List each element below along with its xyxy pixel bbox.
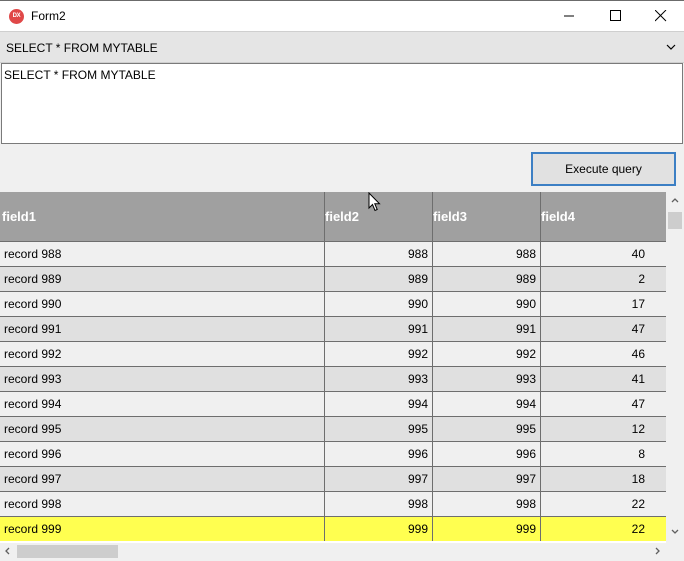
table-cell-field2[interactable]: 989 [325,267,433,291]
table-cell-field3[interactable]: 993 [433,367,541,391]
table-cell-field1[interactable]: record 992 [0,342,325,366]
table-row[interactable]: record 996 996 996 8 [0,441,666,466]
table-cell-field4[interactable]: 41 [541,367,666,391]
vertical-scroll-thumb[interactable] [668,212,682,229]
table-cell-field1[interactable]: record 989 [0,267,325,291]
app-icon: DX [9,9,24,24]
table-row[interactable]: record 991 991 991 47 [0,316,666,341]
table-cell-field4[interactable]: 47 [541,392,666,416]
table-cell-field4[interactable]: 2 [541,267,666,291]
minimize-icon [564,15,574,17]
table-row[interactable]: record 989 989 989 2 [0,266,666,291]
table-cell-field1[interactable]: record 997 [0,467,325,491]
column-header-field3[interactable]: field3 [433,192,541,241]
table-cell-field1[interactable]: record 996 [0,442,325,466]
table-row[interactable]: record 994 994 994 47 [0,391,666,416]
table-cell-field2[interactable]: 996 [325,442,433,466]
close-button[interactable] [637,1,683,31]
table-cell-field1[interactable]: record 994 [0,392,325,416]
table-cell-field4[interactable]: 8 [541,442,666,466]
table-cell-field3[interactable]: 999 [433,517,541,541]
mouse-cursor-icon [368,192,381,212]
query-history-combo[interactable]: SELECT * FROM MYTABLE [0,31,684,63]
column-header-field4[interactable]: field4 [541,192,666,241]
table-cell-field2[interactable]: 995 [325,417,433,441]
table-cell-field1[interactable]: record 998 [0,492,325,516]
maximize-button[interactable] [592,1,638,31]
table-cell-field1[interactable]: record 990 [0,292,325,316]
table-cell-field2[interactable]: 992 [325,342,433,366]
table-cell-field2[interactable]: 990 [325,292,433,316]
column-header-field1[interactable]: field1 [0,192,325,241]
table-cell-field4[interactable]: 22 [541,492,666,516]
query-editor-text: SELECT * FROM MYTABLE [4,68,156,82]
table-row[interactable]: record 997 997 997 18 [0,466,666,491]
table-cell-field2[interactable]: 997 [325,467,433,491]
table-cell-field2[interactable]: 998 [325,492,433,516]
scroll-up-icon[interactable] [671,197,679,203]
grid-header: field1 field2 field3 field4 [0,192,666,241]
table-row[interactable]: record 988 988 988 40 [0,241,666,266]
scroll-right-icon[interactable] [655,547,661,555]
table-cell-field3[interactable]: 990 [433,292,541,316]
query-editor[interactable]: SELECT * FROM MYTABLE [1,63,683,144]
maximize-icon [610,10,621,21]
table-cell-field3[interactable]: 996 [433,442,541,466]
results-grid[interactable]: field1 field2 field3 field4 record 988 98… [0,192,666,543]
table-row[interactable]: record 999 999 999 22 [0,516,666,541]
table-cell-field4[interactable]: 40 [541,242,666,266]
table-cell-field4[interactable]: 46 [541,342,666,366]
window-title: Form2 [31,9,66,23]
table-cell-field2[interactable]: 988 [325,242,433,266]
table-row[interactable]: record 993 993 993 41 [0,366,666,391]
table-cell-field4[interactable]: 17 [541,292,666,316]
table-cell-field1[interactable]: record 993 [0,367,325,391]
table-row[interactable]: record 998 998 998 22 [0,491,666,516]
table-cell-field4[interactable]: 47 [541,317,666,341]
close-icon [655,10,667,22]
scroll-down-icon[interactable] [671,529,679,535]
combo-selected-value: SELECT * FROM MYTABLE [6,41,158,55]
table-cell-field2[interactable]: 999 [325,517,433,541]
table-cell-field3[interactable]: 988 [433,242,541,266]
scrollbar-corner [666,543,684,561]
table-cell-field3[interactable]: 995 [433,417,541,441]
table-cell-field1[interactable]: record 999 [0,517,325,541]
table-cell-field3[interactable]: 998 [433,492,541,516]
table-cell-field4[interactable]: 22 [541,517,666,541]
minimize-button[interactable] [546,1,592,31]
table-cell-field1[interactable]: record 991 [0,317,325,341]
table-cell-field2[interactable]: 994 [325,392,433,416]
table-cell-field3[interactable]: 992 [433,342,541,366]
vertical-scrollbar[interactable] [666,192,684,543]
title-bar: DX Form2 [0,0,684,31]
execute-query-button[interactable]: Execute query [531,152,676,186]
table-cell-field1[interactable]: record 995 [0,417,325,441]
table-cell-field2[interactable]: 993 [325,367,433,391]
table-cell-field3[interactable]: 989 [433,267,541,291]
horizontal-scrollbar[interactable] [0,543,666,560]
horizontal-scroll-thumb[interactable] [17,545,118,558]
chevron-down-icon[interactable] [666,43,676,51]
table-row[interactable]: record 995 995 995 12 [0,416,666,441]
table-cell-field3[interactable]: 997 [433,467,541,491]
scroll-left-icon[interactable] [4,547,10,555]
table-cell-field4[interactable]: 18 [541,467,666,491]
table-cell-field1[interactable]: record 988 [0,242,325,266]
table-cell-field3[interactable]: 991 [433,317,541,341]
table-row[interactable]: record 992 992 992 46 [0,341,666,366]
table-cell-field4[interactable]: 12 [541,417,666,441]
table-cell-field2[interactable]: 991 [325,317,433,341]
table-cell-field3[interactable]: 994 [433,392,541,416]
table-row[interactable]: record 990 990 990 17 [0,291,666,316]
